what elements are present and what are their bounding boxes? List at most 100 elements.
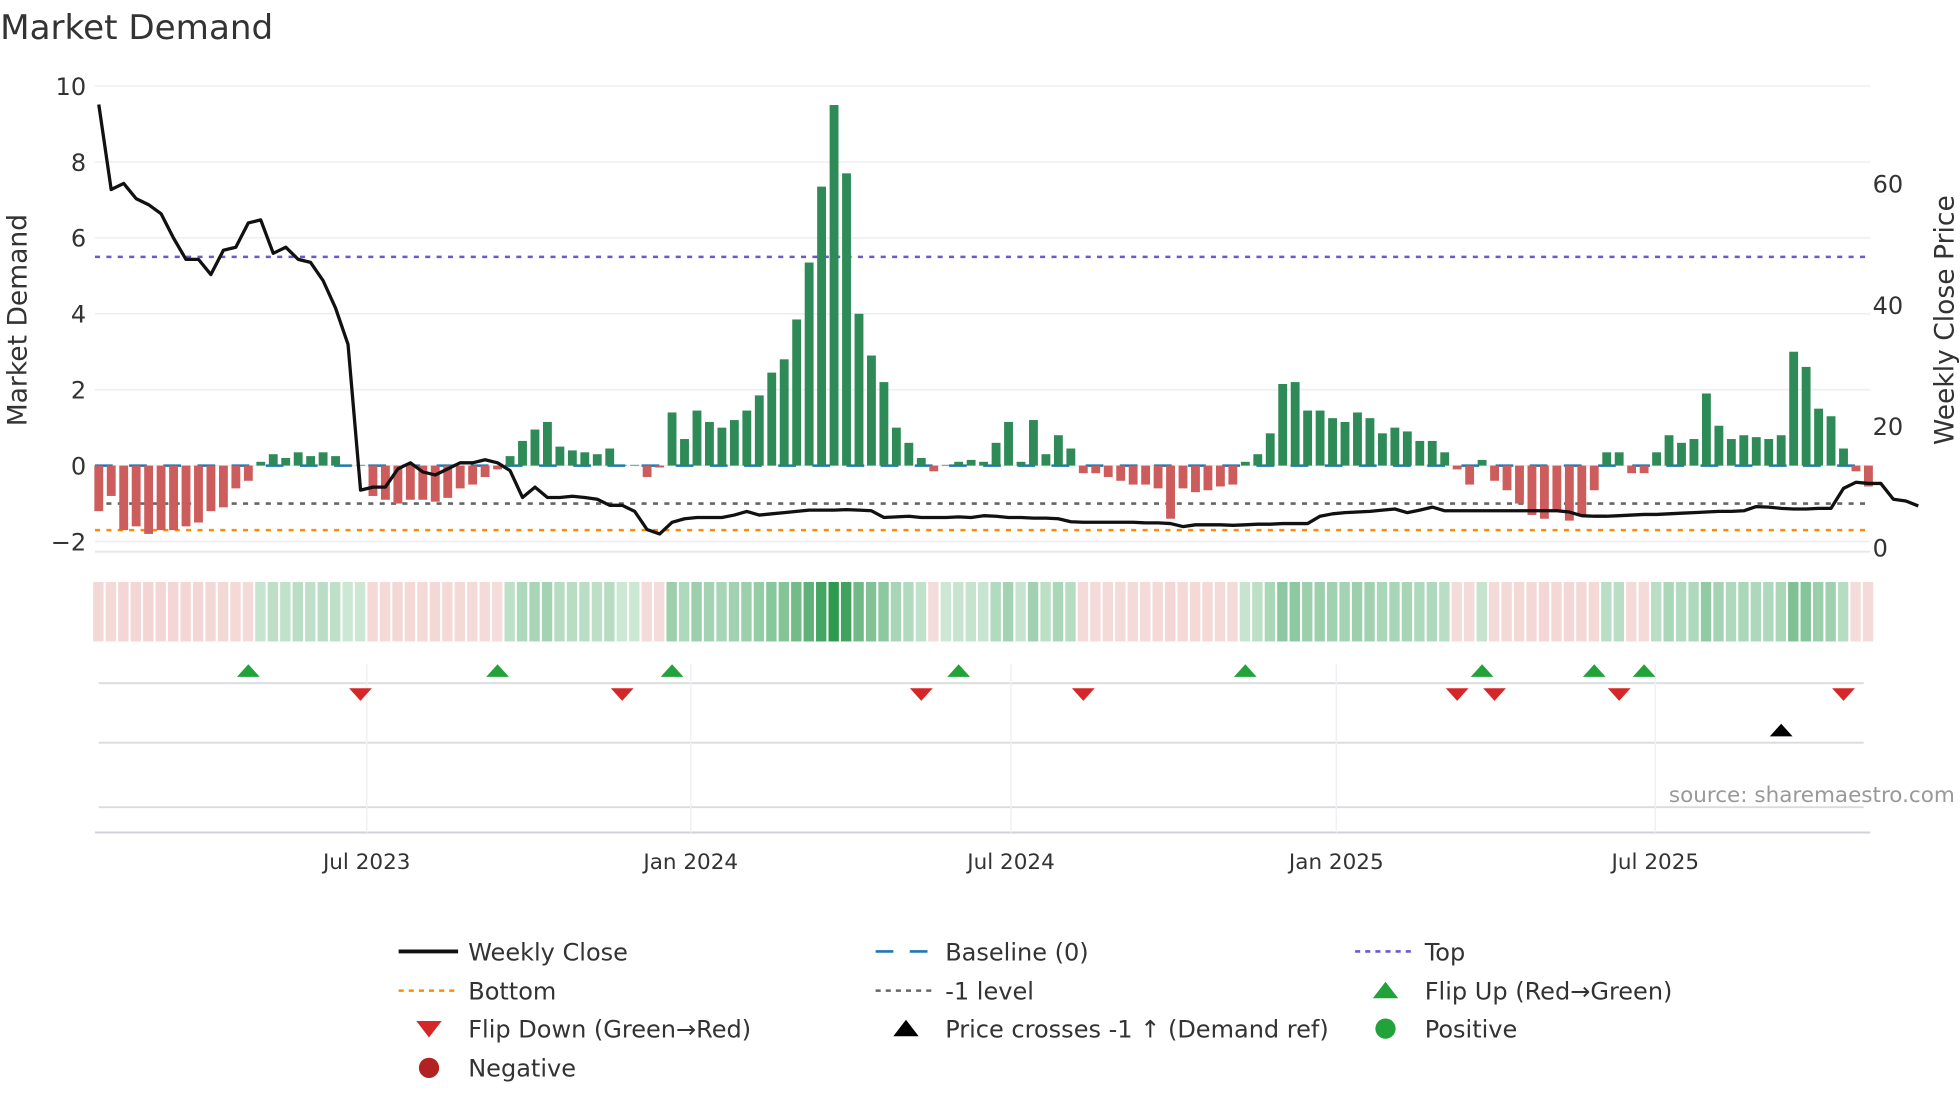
heat-cell [1426, 581, 1438, 642]
demand-bar [1689, 439, 1699, 466]
demand-bar [867, 355, 876, 466]
demand-bar [1427, 440, 1437, 466]
demand-bar [991, 442, 1001, 466]
demand-bar [1552, 465, 1562, 512]
demand-bar [692, 410, 702, 466]
demand-bar [717, 427, 727, 466]
heat-cell [1214, 581, 1226, 642]
demand-bar [368, 465, 378, 496]
heat-cell [1227, 581, 1238, 642]
y-tick-label: −2 [51, 528, 86, 556]
x-tick-label: Jul 2024 [965, 850, 1055, 875]
legend-item: Baseline (0) [875, 938, 1089, 966]
heat-cell [1414, 581, 1425, 642]
demand-bar [1776, 435, 1786, 466]
legend-item: Negative [418, 1055, 576, 1083]
demand-bar [1141, 465, 1151, 485]
heat-cell [1563, 581, 1575, 642]
demand-bar [1664, 435, 1674, 466]
heat-cell [1090, 581, 1101, 642]
price-cross-marker [1769, 723, 1793, 737]
demand-bar [1627, 465, 1637, 474]
legend-circle-icon [418, 1057, 440, 1078]
heat-cell [928, 581, 939, 642]
x-tick-label: Jan 2025 [1287, 850, 1384, 875]
demand-bar [1677, 442, 1686, 466]
heat-cell [1526, 581, 1537, 642]
demand-bar [1191, 465, 1200, 493]
demand-bar [854, 313, 864, 466]
demand-bar [455, 465, 465, 489]
heat-cell [654, 581, 665, 642]
demand-bar [1166, 465, 1175, 519]
heat-cell [1501, 581, 1512, 642]
demand-bar [468, 465, 478, 485]
heat-cell [417, 581, 428, 642]
heat-cell [1476, 581, 1487, 642]
flip-down-marker [1445, 688, 1469, 701]
heat-cell [504, 581, 515, 642]
heat-cell [1015, 581, 1026, 642]
heat-cell [479, 581, 490, 642]
demand-bar [1377, 433, 1387, 466]
demand-bar [306, 456, 316, 466]
heat-cell [1613, 581, 1624, 642]
flip-up-marker [1632, 664, 1656, 677]
heat-cell [716, 581, 727, 642]
flip-down-marker [909, 688, 933, 701]
heat-cell [267, 581, 279, 642]
heat-cell [1825, 581, 1836, 642]
heat-cell [467, 581, 478, 642]
heat-cell [1077, 581, 1089, 642]
legend-label: Positive [1425, 1015, 1518, 1043]
demand-bar [1116, 465, 1126, 481]
demand-bar [1365, 418, 1375, 466]
heat-cell [1513, 581, 1525, 642]
y-tick-label: 8 [71, 149, 86, 177]
demand-bar [231, 465, 241, 489]
chart-title: Market Demand [0, 8, 273, 48]
flip-up-marker [486, 664, 509, 677]
heat-cell [1164, 581, 1176, 642]
demand-bar [1315, 410, 1325, 466]
legend-label: Baseline (0) [945, 938, 1088, 966]
heat-cell [1451, 581, 1462, 642]
demand-bar [94, 465, 104, 512]
demand-bar [106, 465, 116, 496]
heat-cell [1551, 581, 1562, 642]
heat-cell [741, 581, 752, 642]
heat-cell [118, 581, 129, 642]
y2-tick-label: 20 [1873, 413, 1904, 441]
demand-bar [1402, 431, 1412, 466]
demand-bar [542, 421, 552, 466]
legend-item: Weekly Close [398, 938, 628, 966]
legend-triangle-up-icon [893, 1019, 919, 1037]
heat-cell [1638, 581, 1649, 642]
demand-bar [979, 461, 989, 466]
heat-cell [429, 581, 441, 642]
y2-tick-label: 0 [1873, 535, 1888, 563]
heat-cell [242, 581, 254, 642]
legend-circle-icon [1375, 1018, 1396, 1039]
heat-cell [990, 581, 1001, 642]
heat-cell [516, 581, 528, 642]
demand-bar [1751, 437, 1761, 466]
demand-bar [1527, 465, 1537, 515]
demand-bar [617, 464, 627, 466]
heat-cell [1065, 581, 1076, 642]
demand-bar [705, 421, 714, 466]
heat-cell [828, 581, 839, 642]
demand-bar [1240, 461, 1250, 466]
demand-bar [331, 456, 340, 466]
demand-bar [1340, 421, 1350, 466]
demand-bar [1041, 454, 1051, 466]
demand-bar [1415, 440, 1425, 466]
demand-bar [1826, 416, 1836, 466]
demand-bar [605, 448, 615, 466]
heat-cell [1202, 581, 1213, 642]
demand-bar [592, 454, 602, 466]
demand-bar [1178, 465, 1188, 489]
flip-up-marker [1470, 664, 1494, 677]
demand-bar [954, 461, 964, 466]
x-tick-label: Jan 2024 [641, 850, 738, 875]
